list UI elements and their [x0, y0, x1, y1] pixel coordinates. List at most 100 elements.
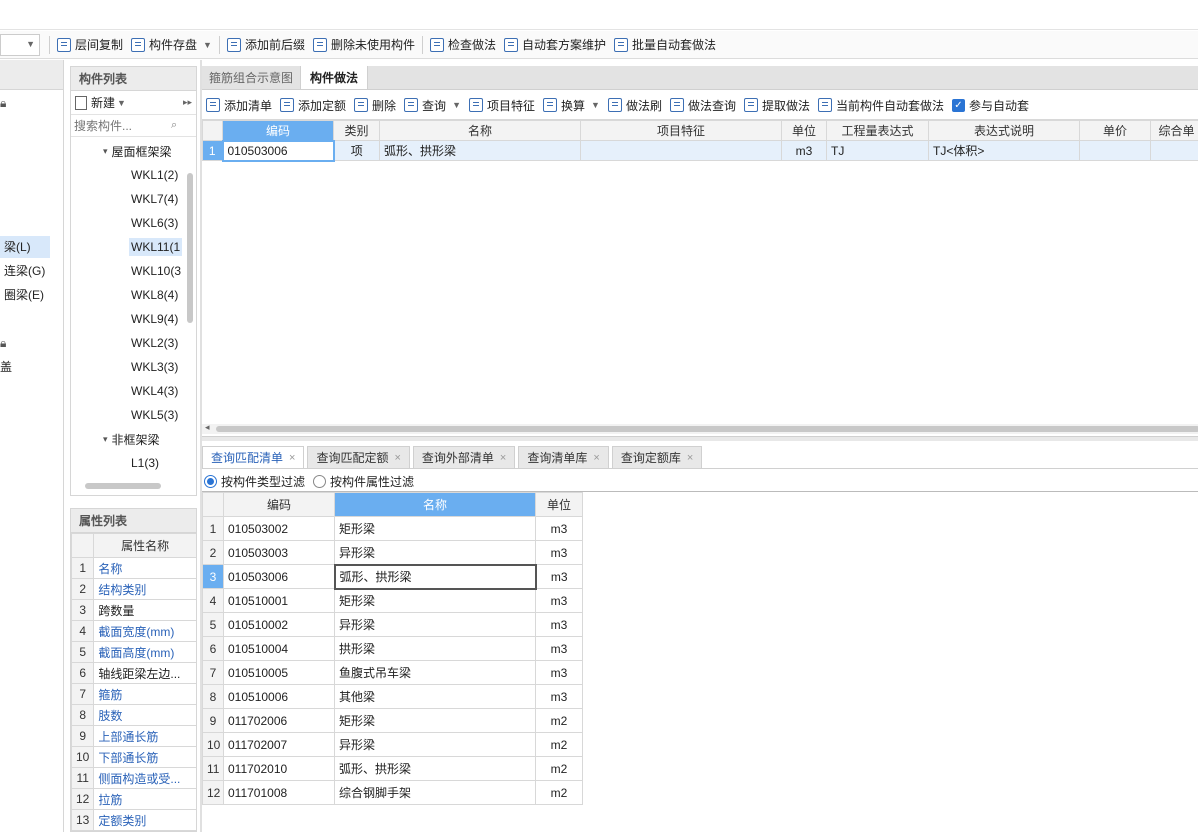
method-header-col[interactable]: 项目特征 [580, 120, 782, 141]
chevron-down-icon[interactable]: ▼ [591, 100, 600, 110]
method-cell-expr[interactable]: TJ [826, 140, 929, 161]
match-cell-unit[interactable]: m2 [535, 780, 583, 805]
match-cell-name[interactable]: 矩形梁 [334, 516, 536, 541]
left-strip-item-coupling-beam[interactable]: 连梁(G) [4, 260, 45, 282]
property-row[interactable]: 10 下部通长筋 [71, 746, 196, 768]
property-row[interactable]: 5 截面高度(mm) [71, 641, 196, 663]
method-header-col[interactable]: 表达式说明 [928, 120, 1080, 141]
tree-vscrollbar[interactable] [187, 173, 193, 323]
method-header-col[interactable]: 编码 [222, 120, 334, 141]
close-icon[interactable]: × [289, 452, 295, 464]
method-cell-name[interactable]: 弧形、拱形梁 [379, 140, 581, 161]
property-name[interactable]: 名称 [93, 557, 196, 579]
tree-item[interactable]: WKL1(2) [71, 163, 196, 187]
collapse-icon[interactable]: ▾ [103, 434, 108, 445]
tree-item[interactable]: WKL11(1 [71, 235, 196, 259]
method-cell-unit[interactable]: m3 [781, 140, 827, 161]
property-row[interactable]: 13 定额类别 [71, 809, 196, 831]
match-cell-unit[interactable]: m3 [535, 612, 583, 637]
method-cell-type[interactable]: 项 [333, 140, 380, 161]
property-name[interactable]: 定额类别 [93, 809, 196, 831]
match-cell-name[interactable]: 异形梁 [334, 732, 536, 757]
property-row[interactable]: 7 箍筋 [71, 683, 196, 705]
property-name[interactable]: 结构类别 [93, 578, 196, 600]
chevron-down-icon[interactable]: ▼ [117, 98, 126, 108]
search-input[interactable] [71, 118, 171, 133]
method-header-col[interactable]: 名称 [379, 120, 581, 141]
toolbar-button-2[interactable]: 添加前后缀 [223, 33, 309, 57]
match-row[interactable]: 12 011701008 综合钢脚手架 m2 [202, 780, 583, 805]
toolbar-button-5[interactable]: 自动套方案维护 [500, 33, 610, 57]
splitter[interactable] [202, 436, 1198, 441]
method-button-4[interactable]: 项目特征 [465, 93, 539, 117]
method-button-9[interactable]: 当前构件自动套做法 [814, 93, 948, 117]
query-tab-1[interactable]: 查询匹配定额 × [307, 446, 410, 468]
method-cell-feature[interactable] [580, 140, 782, 161]
tree-item[interactable]: WKL3(3) [71, 355, 196, 379]
match-cell-name[interactable]: 其他梁 [334, 684, 536, 709]
method-button-0[interactable]: 添加清单 [202, 93, 276, 117]
match-cell-code[interactable]: 010510004 [223, 636, 335, 661]
match-cell-code[interactable]: 010503002 [223, 516, 335, 541]
match-row[interactable]: 11 011702010 弧形、拱形梁 m2 [202, 756, 583, 781]
close-icon[interactable]: × [593, 452, 599, 464]
tree-item[interactable]: WKL4(3) [71, 379, 196, 403]
property-row[interactable]: 3 跨数量 [71, 599, 196, 621]
tab-stirrup-diagram[interactable]: 箍筋组合示意图 [202, 66, 300, 89]
method-button-2[interactable]: 删除 [350, 93, 400, 117]
match-row[interactable]: 7 010510005 鱼腹式吊车梁 m3 [202, 660, 583, 685]
match-cell-unit[interactable]: m3 [535, 684, 583, 709]
tree-item[interactable]: WKL10(3 [71, 259, 196, 283]
match-row[interactable]: 8 010510006 其他梁 m3 [202, 684, 583, 709]
match-row[interactable]: 6 010510004 拱形梁 m3 [202, 636, 583, 661]
method-button-5[interactable]: 换算 ▼ [539, 93, 604, 117]
match-cell-name[interactable]: 异形梁 [334, 612, 536, 637]
property-row[interactable]: 6 轴线距梁左边... [71, 662, 196, 684]
property-name[interactable]: 轴线距梁左边... [93, 662, 196, 684]
property-name[interactable]: 拉筋 [93, 788, 196, 810]
match-cell-code[interactable]: 011702010 [223, 756, 335, 781]
property-name[interactable]: 肢数 [93, 704, 196, 726]
property-row[interactable]: 4 截面宽度(mm) [71, 620, 196, 642]
method-table-hscrollbar[interactable]: ◂ [202, 422, 1198, 434]
method-header-col[interactable]: 单价 [1079, 120, 1151, 141]
match-cell-code[interactable]: 010510002 [223, 612, 335, 637]
left-strip-item-ring-beam[interactable]: 圈梁(E) [4, 284, 44, 306]
method-button-7[interactable]: 做法查询 [666, 93, 740, 117]
tree-hscrollbar[interactable] [85, 483, 161, 489]
match-cell-name[interactable]: 弧形、拱形梁 [334, 756, 536, 781]
match-cell-name[interactable]: 弧形、拱形梁 [333, 563, 537, 590]
match-row[interactable]: 9 011702006 矩形梁 m2 [202, 708, 583, 733]
match-header-code[interactable]: 编码 [223, 492, 335, 517]
match-header-unit[interactable]: 单位 [535, 492, 583, 517]
method-header-col[interactable]: 工程量表达式 [826, 120, 929, 141]
match-cell-name[interactable]: 矩形梁 [334, 708, 536, 733]
match-cell-code[interactable]: 010503003 [223, 540, 335, 565]
property-row[interactable]: 1 名称 [71, 557, 196, 579]
collapse-icon[interactable]: ▾ [103, 146, 108, 157]
toolbar-button-0[interactable]: 层间复制 [53, 33, 127, 57]
method-header-col[interactable]: 类别 [333, 120, 380, 141]
match-cell-unit[interactable]: m3 [535, 516, 583, 541]
match-cell-name[interactable]: 矩形梁 [334, 588, 536, 613]
match-row[interactable]: 1 010503002 矩形梁 m3 [202, 516, 583, 541]
match-cell-unit[interactable]: m3 [535, 636, 583, 661]
property-row[interactable]: 8 肢数 [71, 704, 196, 726]
match-cell-unit[interactable]: m2 [535, 708, 583, 733]
left-strip-item-cover[interactable]: 盖 [0, 356, 12, 378]
match-cell-unit[interactable]: m3 [535, 660, 583, 685]
property-name[interactable]: 侧面构造或受... [93, 767, 196, 789]
toolbar-button-1[interactable]: 构件存盘 ▼ [127, 33, 216, 57]
toolbar-button-3[interactable]: 删除未使用构件 [309, 33, 419, 57]
filter-by-attribute-radio[interactable]: 按构件属性过滤 [313, 473, 414, 490]
match-cell-unit[interactable]: m3 [535, 540, 583, 565]
match-cell-unit[interactable]: m3 [535, 588, 583, 613]
close-icon[interactable]: × [500, 452, 506, 464]
method-cell-total[interactable] [1150, 140, 1198, 161]
search-icon[interactable]: ⌕ [171, 119, 177, 132]
property-row[interactable]: 11 侧面构造或受... [71, 767, 196, 789]
tab-component-method[interactable]: 构件做法 [300, 66, 369, 89]
match-row[interactable]: 3 010503006 弧形、拱形梁 m3 [202, 563, 583, 590]
match-cell-code[interactable]: 011701008 [223, 780, 335, 805]
match-cell-code[interactable]: 011702007 [223, 732, 335, 757]
